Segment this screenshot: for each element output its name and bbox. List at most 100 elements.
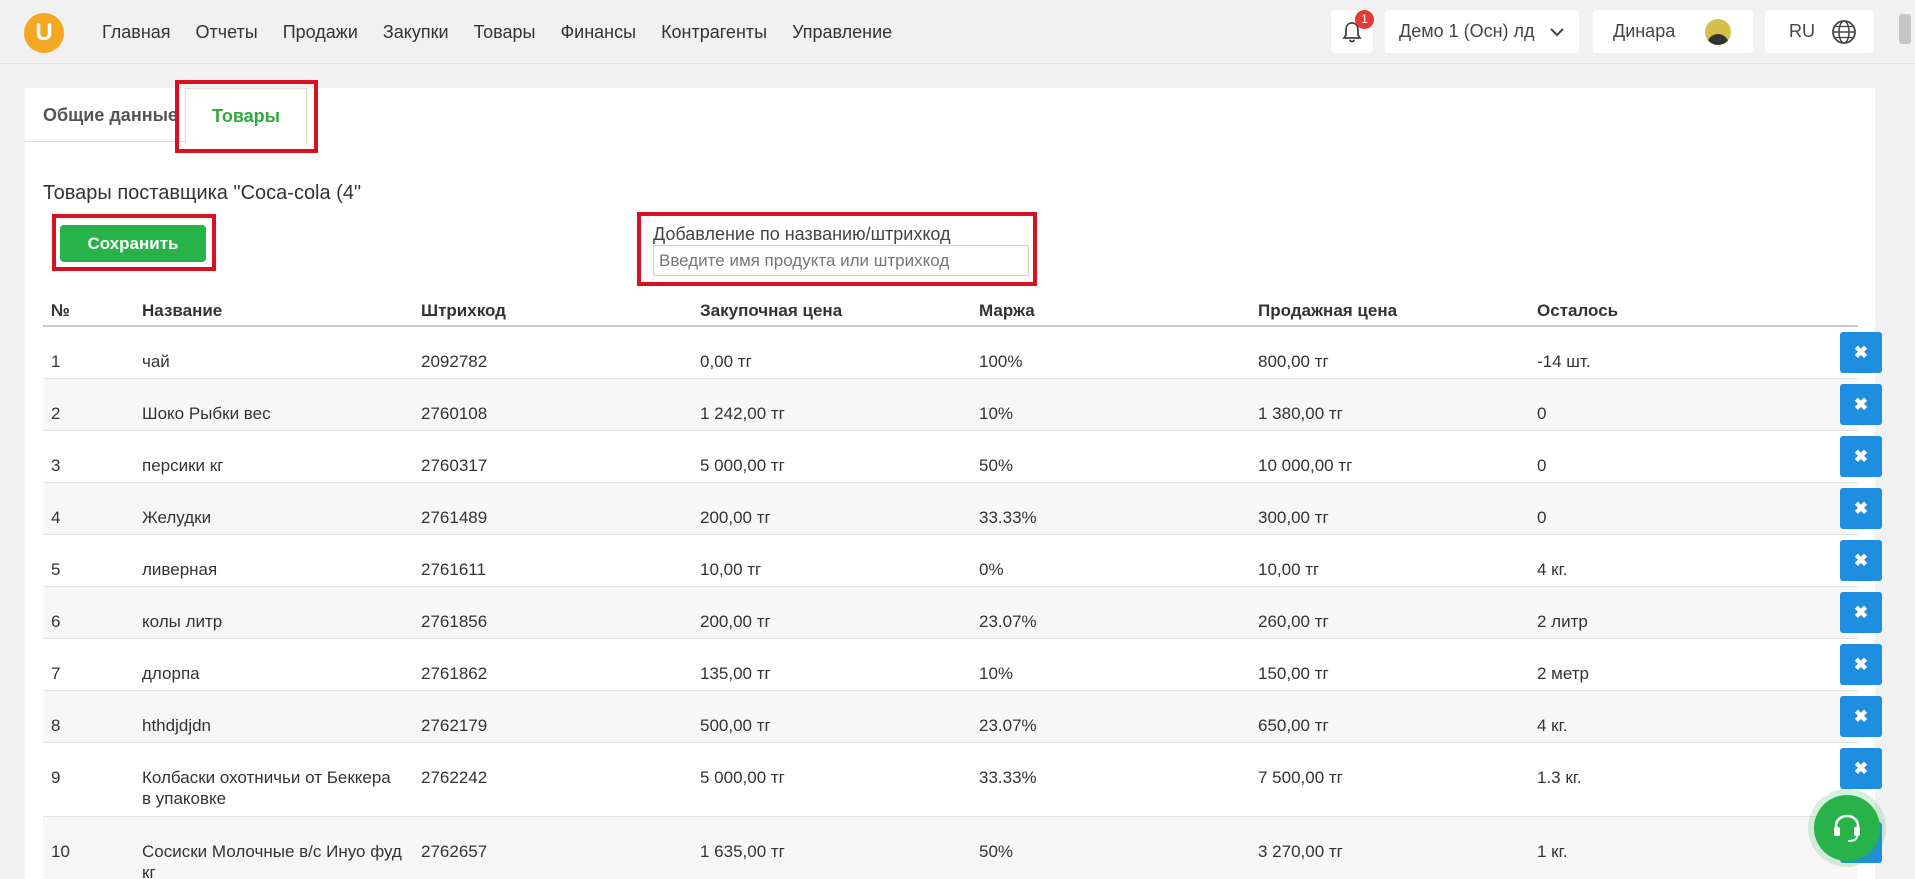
row-remaining: 1 кг.: [1537, 842, 1568, 861]
row-number: 5: [51, 560, 61, 579]
col-margin: Маржа: [979, 301, 1035, 320]
row-barcode: 2761489: [421, 508, 488, 527]
table-body: 1 чай 2092782 0,00 тг 100% 800,00 тг -14 шт. ✖ 2…: [43, 327, 1882, 879]
row-purchase-price: 1 635,00 тг: [700, 842, 785, 861]
close-icon: ✖: [1853, 759, 1869, 778]
row-purchase-price: 135,00 тг: [700, 664, 771, 683]
row-number: 8: [51, 716, 61, 735]
delete-row-button[interactable]: ✖: [1840, 488, 1882, 529]
page-title: Товары поставщика "Coca-cola (4": [43, 182, 362, 204]
row-purchase-price: 10,00 тг: [700, 560, 762, 579]
scrollbar-thumb[interactable]: [1899, 14, 1911, 44]
row-purchase-price: 1 242,00 тг: [700, 404, 785, 423]
row-remaining: 1.3 кг.: [1537, 768, 1582, 787]
row-name: колы литр: [142, 612, 223, 631]
row-margin: 0%: [979, 560, 1004, 579]
row-margin: 10%: [979, 404, 1014, 423]
table-row: 10 Сосиски Молочные в/с Инуо фуд кг 276265…: [43, 817, 1882, 879]
products-table: № Название Штрихкод Закупочная цена Марж…: [43, 294, 1882, 879]
nav-item-purchases[interactable]: Закупки: [383, 22, 449, 43]
close-icon: ✖: [1853, 655, 1869, 674]
nav-item-management[interactable]: Управление: [792, 22, 892, 43]
language-selector[interactable]: RU: [1765, 10, 1874, 53]
nav-item-reports[interactable]: Отчеты: [196, 22, 258, 43]
row-purchase-price: 0,00 тг: [700, 352, 752, 371]
notification-badge: 1: [1355, 10, 1374, 29]
row-remaining: -14 шт.: [1537, 352, 1591, 371]
row-barcode: 2092782: [421, 352, 488, 371]
row-barcode: 2761862: [421, 664, 488, 683]
row-barcode: 2761611: [421, 560, 486, 579]
branch-selector[interactable]: Демо 1 (Осн) лд: [1385, 10, 1579, 53]
col-remaining: Осталось: [1537, 301, 1619, 320]
delete-row-button[interactable]: ✖: [1840, 748, 1882, 789]
row-margin: 33.33%: [979, 508, 1037, 527]
delete-row-button[interactable]: ✖: [1840, 696, 1882, 737]
nav-item-products[interactable]: Товары: [474, 22, 536, 43]
close-icon: ✖: [1853, 499, 1869, 518]
row-number: 7: [51, 664, 61, 683]
globe-icon: [1832, 20, 1856, 44]
row-barcode: 2760317: [421, 456, 488, 475]
col-name: Название: [142, 301, 223, 320]
row-number: 9: [51, 768, 61, 787]
row-barcode: 2762242: [421, 768, 488, 787]
highlight-box-tab: [175, 80, 318, 153]
row-remaining: 0: [1537, 456, 1547, 475]
row-remaining: 4 кг.: [1537, 560, 1568, 579]
row-margin: 100%: [979, 352, 1023, 371]
main-nav: Главная Отчеты Продажи Закупки Товары Фи…: [102, 22, 917, 43]
row-remaining: 4 кг.: [1537, 716, 1568, 735]
row-barcode: 2762657: [421, 842, 488, 861]
support-chat-button[interactable]: [1814, 795, 1880, 861]
nav-item-sales[interactable]: Продажи: [283, 22, 358, 43]
row-name: Шоко Рыбки вес: [142, 404, 271, 423]
row-margin: 50%: [979, 456, 1014, 475]
table-row: 1 чай 2092782 0,00 тг 100% 800,00 тг -14 шт. ✖: [43, 327, 1882, 379]
row-purchase-price: 200,00 тг: [700, 612, 771, 631]
chevron-down-icon: [1550, 28, 1564, 37]
row-remaining: 2 метр: [1537, 664, 1589, 683]
table-row: 3 персики кг 2760317 5 000,00 тг 50% 10 000,0…: [43, 431, 1882, 483]
table-header: № Название Штрихкод Закупочная цена Марж…: [43, 294, 1858, 327]
tab-general[interactable]: Общие данные: [43, 105, 178, 126]
row-number: 2: [51, 404, 61, 423]
col-barcode: Штрихкод: [421, 301, 506, 320]
row-name: hthdjdjdn: [142, 716, 212, 735]
nav-item-finance[interactable]: Финансы: [560, 22, 636, 43]
row-barcode: 2762179: [421, 716, 488, 735]
close-icon: ✖: [1853, 707, 1869, 726]
row-name: Сосиски Молочные в/с Инуо фуд кг: [142, 842, 402, 879]
row-sale-price: 3 270,00 тг: [1258, 842, 1343, 861]
row-name: Желудки: [142, 508, 212, 527]
row-remaining: 2 литр: [1537, 612, 1588, 631]
row-sale-price: 10,00 тг: [1258, 560, 1320, 579]
app-logo[interactable]: U: [24, 13, 64, 53]
row-margin: 50%: [979, 842, 1014, 861]
delete-row-button[interactable]: ✖: [1840, 540, 1882, 581]
col-number: №: [51, 301, 70, 320]
delete-row-button[interactable]: ✖: [1840, 384, 1882, 425]
row-number: 1: [51, 352, 61, 371]
delete-row-button[interactable]: ✖: [1840, 592, 1882, 633]
row-remaining: 0: [1537, 404, 1547, 423]
row-purchase-price: 5 000,00 тг: [700, 768, 785, 787]
row-barcode: 2761856: [421, 612, 488, 631]
user-menu[interactable]: Динара: [1593, 10, 1753, 53]
nav-item-contractors[interactable]: Контрагенты: [661, 22, 767, 43]
table-row: 6 колы литр 2761856 200,00 тг 23.07% 260,00 т…: [43, 587, 1882, 639]
close-icon: ✖: [1853, 447, 1869, 466]
row-margin: 23.07%: [979, 612, 1037, 631]
top-bar: U Главная Отчеты Продажи Закупки Товары …: [0, 0, 1915, 64]
highlight-box-save: [52, 214, 216, 271]
delete-row-button[interactable]: ✖: [1840, 436, 1882, 477]
row-purchase-price: 200,00 тг: [700, 508, 771, 527]
close-icon: ✖: [1853, 551, 1869, 570]
row-sale-price: 1 380,00 тг: [1258, 404, 1343, 423]
row-sale-price: 10 000,00 тг: [1258, 456, 1353, 475]
notifications-button[interactable]: 1: [1331, 10, 1374, 53]
nav-item-home[interactable]: Главная: [102, 22, 171, 43]
delete-row-button[interactable]: ✖: [1840, 644, 1882, 685]
delete-row-button[interactable]: ✖: [1840, 332, 1882, 373]
row-remaining: 0: [1537, 508, 1547, 527]
